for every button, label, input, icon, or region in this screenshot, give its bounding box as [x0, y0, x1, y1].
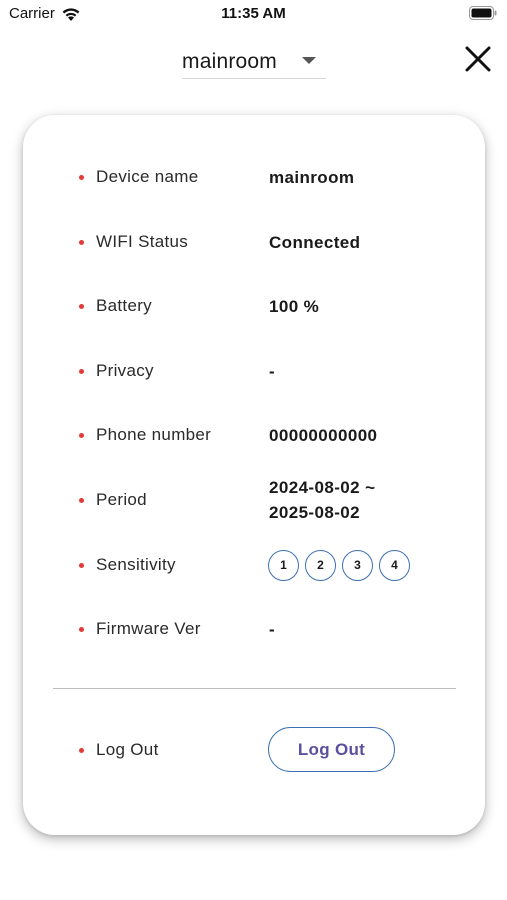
wifi-status-label: WIFI Status — [96, 232, 189, 251]
period-label: Period — [96, 490, 147, 509]
privacy-value: - — [269, 361, 276, 381]
bullet-dot — [79, 562, 84, 568]
logout-button[interactable]: Log Out — [268, 727, 395, 772]
bullet-dot — [79, 174, 84, 180]
sensitivity-option-1[interactable]: 1 — [268, 549, 299, 581]
close-icon[interactable] — [463, 44, 493, 74]
bullet-dot — [79, 303, 84, 309]
battery-label: Battery — [96, 296, 152, 315]
caret-down-icon — [302, 57, 316, 64]
device-name-value: mainroom — [269, 167, 355, 187]
status-time: 11:35 AM — [221, 5, 286, 22]
device-select-dropdown[interactable]: mainroom — [182, 46, 326, 79]
phone-number-value: 00000000000 — [269, 425, 378, 445]
battery-icon — [469, 6, 497, 20]
period-start: 2024-08-02 ~ — [269, 478, 376, 497]
bullet-dot — [79, 432, 84, 438]
battery-value: 100 % — [269, 296, 320, 316]
period-value: 2024-08-02 ~ 2025-08-02 — [269, 475, 375, 525]
bullet-dot — [79, 747, 84, 753]
period-end: 2025-08-02 — [269, 503, 360, 522]
wifi-status-row: WIFI Status Connected — [23, 222, 485, 262]
device-select-value: mainroom — [182, 50, 277, 73]
sensitivity-row: Sensitivity 1 2 3 4 — [23, 545, 485, 585]
bullet-dot — [79, 497, 84, 503]
phone-number-row: Phone number 00000000000 — [23, 415, 485, 455]
bullet-dot — [79, 239, 84, 245]
privacy-label: Privacy — [96, 361, 154, 380]
sensitivity-label: Sensitivity — [96, 555, 176, 574]
bullet-dot — [79, 368, 84, 374]
sensitivity-option-4[interactable]: 4 — [379, 549, 410, 581]
privacy-row: Privacy - — [23, 351, 485, 391]
period-row: Period 2024-08-02 ~ 2025-08-02 — [23, 478, 485, 522]
firmware-label: Firmware Ver — [96, 619, 201, 638]
status-bar: Carrier 11:35 AM — [0, 0, 507, 30]
wifi-status-value: Connected — [269, 232, 361, 252]
device-name-label: Device name — [96, 167, 199, 186]
bullet-dot — [79, 626, 84, 632]
device-name-row: Device name mainroom — [23, 157, 485, 197]
device-info-card: Device name mainroom WIFI Status Connect… — [23, 115, 485, 835]
logout-label: Log Out — [96, 740, 159, 759]
divider — [53, 688, 456, 689]
sensitivity-option-3[interactable]: 3 — [342, 549, 373, 581]
phone-number-label: Phone number — [96, 425, 212, 444]
sensitivity-selector: 1 2 3 4 — [268, 549, 410, 581]
logout-row: Log Out — [23, 730, 485, 770]
firmware-value: - — [269, 619, 276, 639]
battery-row: Battery 100 % — [23, 286, 485, 326]
firmware-row: Firmware Ver - — [23, 609, 485, 649]
sensitivity-option-2[interactable]: 2 — [305, 549, 336, 581]
